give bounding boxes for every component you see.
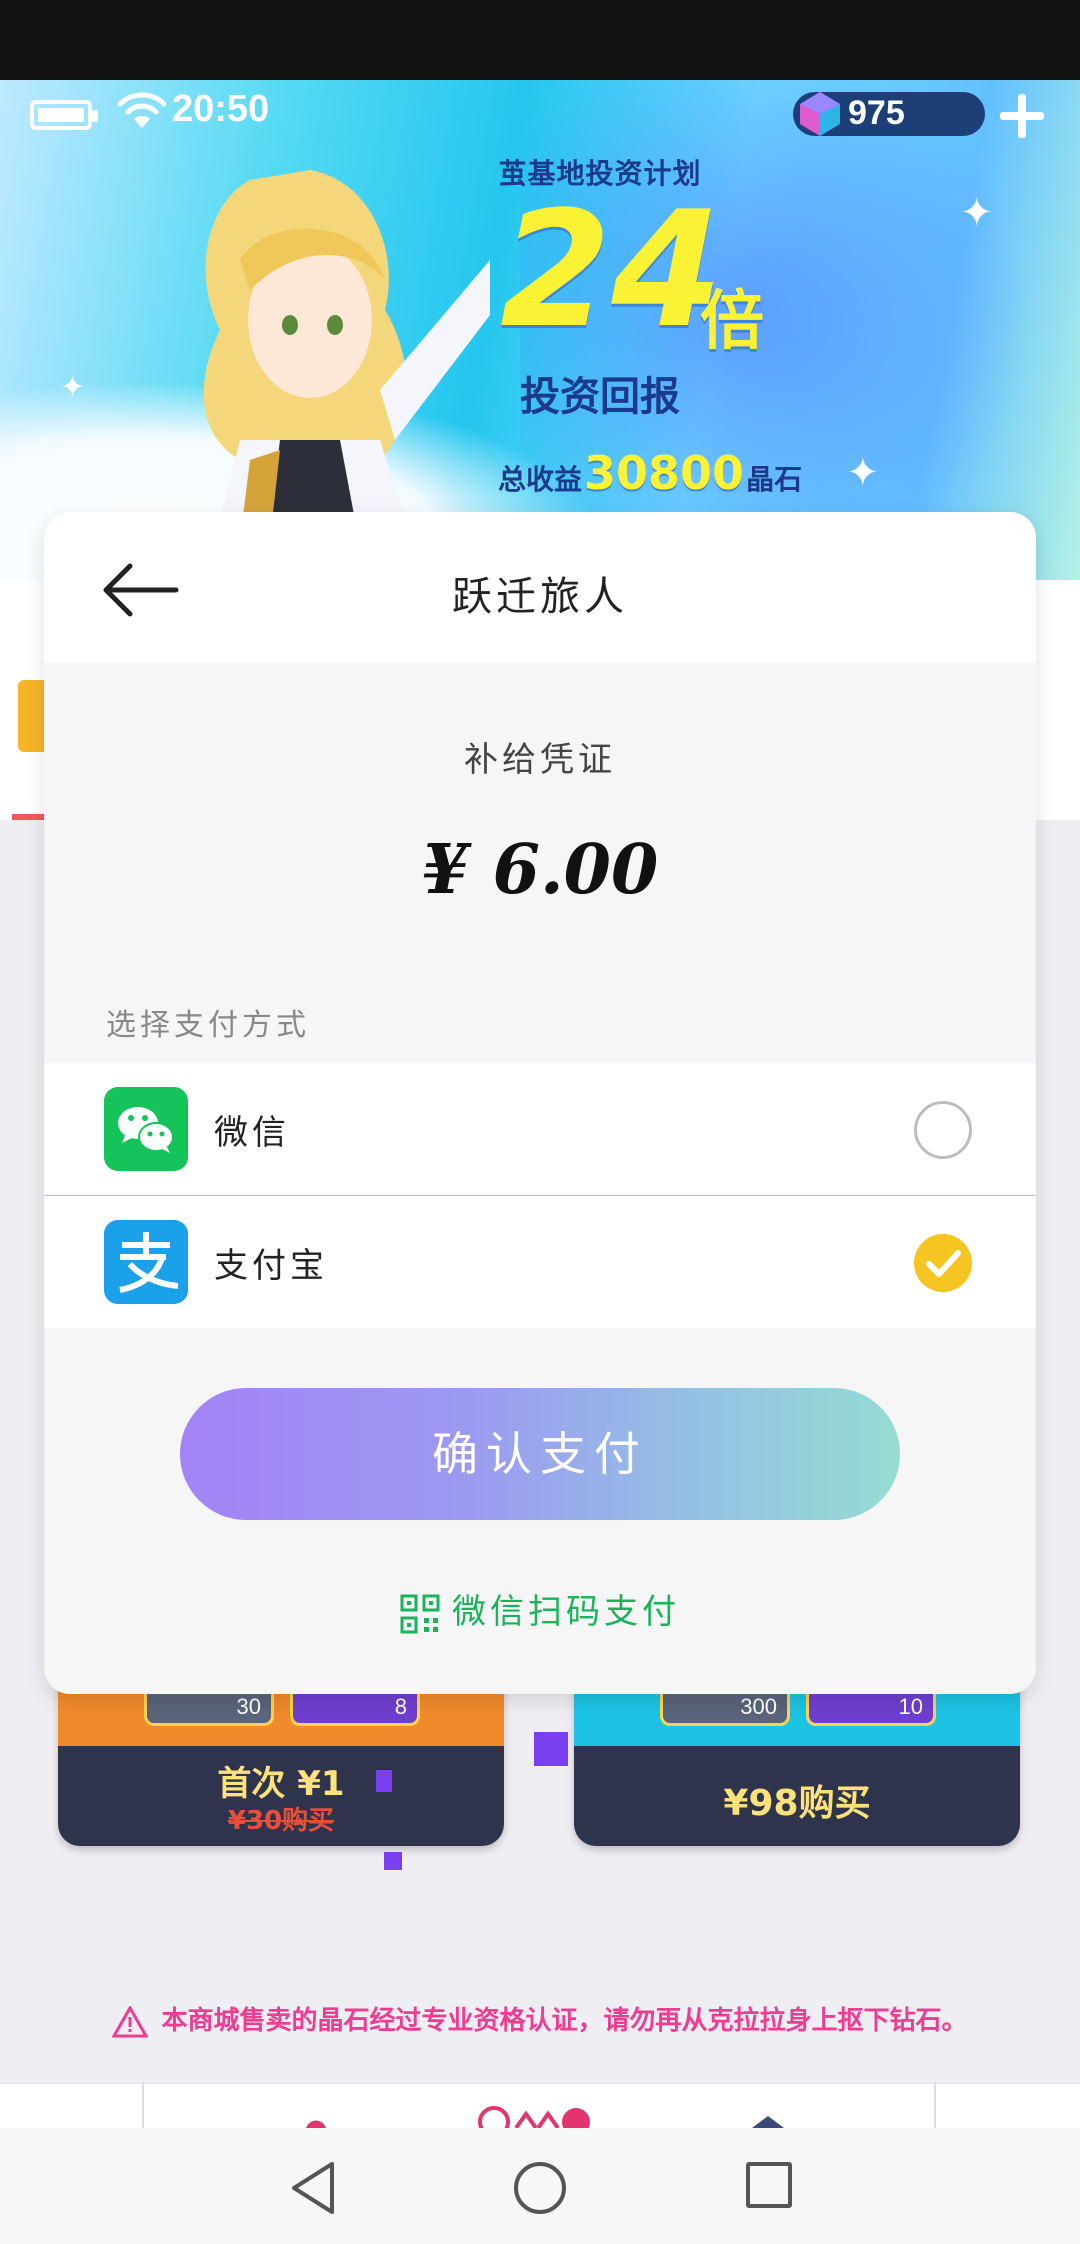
decor-pixel [534,1732,568,1766]
wechat-icon [104,1087,188,1171]
tab-icon[interactable] [750,2104,786,2128]
add-currency-button[interactable] [996,90,1048,142]
warning-icon [112,2005,149,2037]
wifi-icon [118,92,166,128]
sparkle-icon: ✦ [960,190,994,236]
notch-bar [0,0,1080,80]
radio-unselected[interactable] [914,1101,972,1159]
promo-return-text: 投资回报 [520,374,680,420]
alipay-icon [104,1220,188,1304]
promo-total: 总收益 30800 晶石 [498,446,802,500]
wechat-qr-pay-link[interactable]: 微信扫码支付 [44,1584,1036,1634]
tab-icon[interactable] [304,2104,328,2128]
sparkle-icon: ✦ [60,370,86,405]
decor-pixel [384,1852,402,1870]
warning-text: 本商城售卖的晶石经过专业资格认证，请勿再从克拉拉身上抠下钻石。 [161,2006,968,2036]
promo-multiplier: 24 [500,176,723,363]
card-price: ¥98购买 [723,1783,871,1824]
battery-icon [30,100,98,130]
warning-notice: 本商城售卖的晶石经过专业资格认证，请勿再从克拉拉身上抠下钻石。 [0,2000,1080,2038]
status-time: 20:50 [172,88,270,130]
confirm-payment-button[interactable]: 确认支付 [180,1388,900,1520]
tab-divider [142,2082,144,2128]
qr-code-icon [400,1594,440,1634]
card-price: 首次 ¥1 [217,1764,345,1804]
qr-pay-label: 微信扫码支付 [452,1592,680,1632]
promo-multiplier-unit: 倍 [700,285,764,359]
decor-pixel [376,1770,392,1792]
sheet-title: 跃迁旅人 [452,574,628,620]
nav-home-icon[interactable] [514,2162,566,2214]
sparkle-icon: ✦ [846,450,880,496]
promo-total-value: 30800 [584,446,745,500]
currency-count: 975 [848,94,905,132]
product-name: 补给凭证 [464,740,616,780]
nav-recents-icon[interactable] [746,2162,792,2208]
payment-sheet: 跃迁旅人 补给凭证 ¥ 6.00 选择支付方式 微信 支付宝 确认支付 微信扫码… [44,512,1036,1694]
payment-method-label: 选择支付方式 [106,1008,310,1043]
method-name: 微信 [214,1113,290,1153]
card-chip: 300 [660,1690,790,1726]
card-chip: 8 [290,1690,420,1726]
tab-divider [934,2082,936,2128]
sheet-header: 跃迁旅人 [44,512,1036,662]
checkmark-icon[interactable] [914,1234,972,1292]
clock-icon[interactable] [476,2104,594,2128]
active-tab-indicator [12,814,48,820]
nav-back-icon[interactable] [288,2160,340,2216]
card-chip: 10 [806,1690,936,1726]
crystal-icon [800,92,840,136]
payment-amount: ¥ 6.00 [421,830,659,910]
card-old-price: ¥30购买 [227,1806,335,1836]
promo-total-unit: 晶石 [746,463,803,496]
method-name: 支付宝 [214,1246,328,1286]
card-chip: 30 [144,1690,274,1726]
payment-method-wechat[interactable]: 微信 [44,1063,1036,1195]
payment-method-alipay[interactable]: 支付宝 [44,1196,1036,1328]
promo-total-label: 总收益 [498,463,583,496]
